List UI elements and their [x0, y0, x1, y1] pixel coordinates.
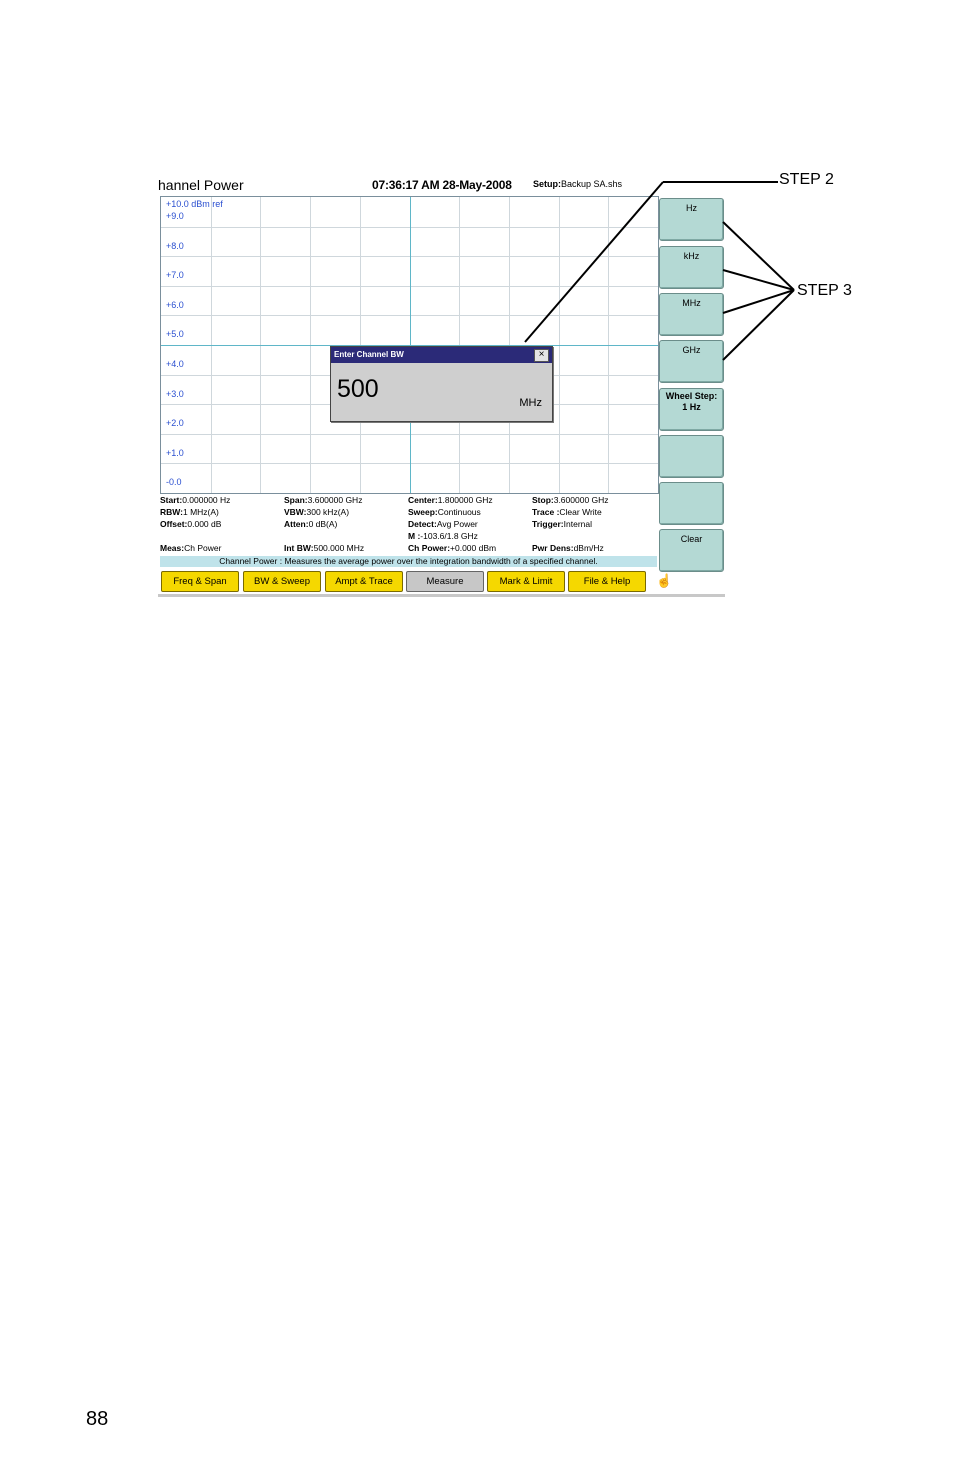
step3-callout: STEP 3	[797, 282, 852, 299]
step2-callout: STEP 2	[779, 171, 834, 188]
callout-lines	[524, 181, 795, 361]
step2-leader-line	[524, 181, 664, 343]
page-number: 88	[86, 1408, 109, 1430]
